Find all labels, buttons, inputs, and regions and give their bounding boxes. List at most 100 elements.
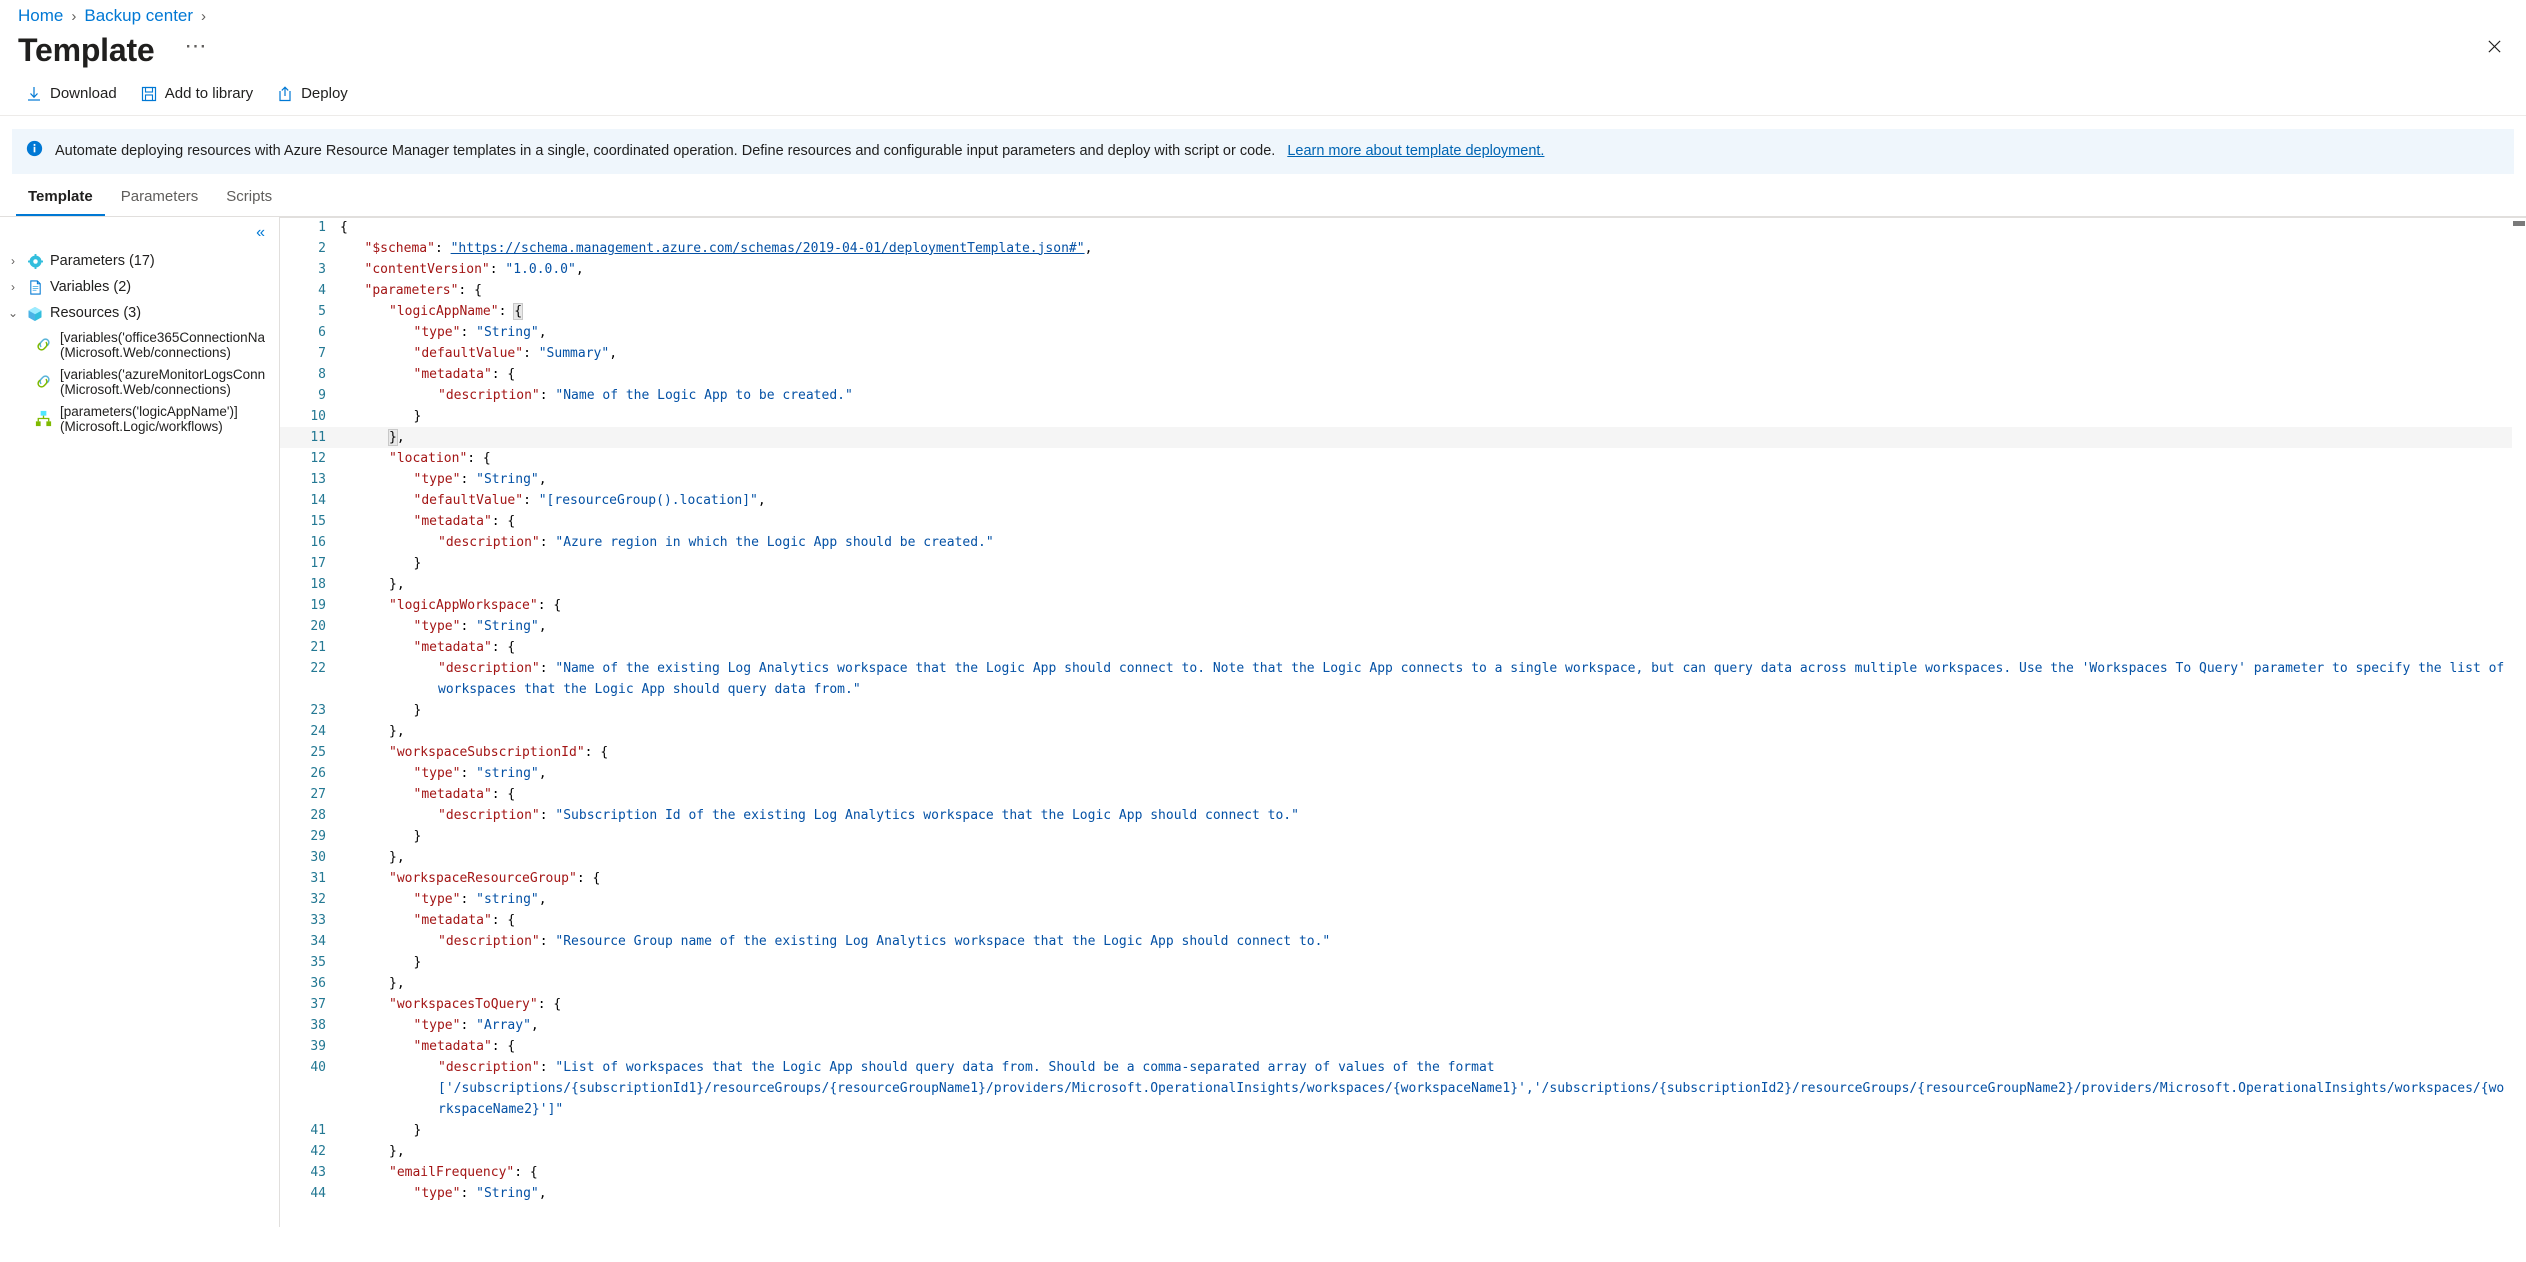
code-text[interactable]: "defaultValue": "Summary",: [412, 343, 2513, 364]
code-text[interactable]: "description": "List of workspaces that …: [436, 1057, 2512, 1120]
code-text[interactable]: },: [387, 721, 2512, 742]
code-line[interactable]: 39 "metadata": {: [280, 1036, 2512, 1057]
code-line[interactable]: 20 "type": "String",: [280, 616, 2512, 637]
breadcrumb-item-backup-center[interactable]: Backup center: [84, 6, 193, 26]
tree-resource-item[interactable]: [parameters('logicAppName')] (Microsoft.…: [0, 401, 279, 438]
code-line[interactable]: 28 "description": "Subscription Id of the…: [280, 805, 2512, 826]
code-text[interactable]: "logicAppWorkspace": {: [387, 595, 2512, 616]
code-text[interactable]: "contentVersion": "1.0.0.0",: [363, 259, 2513, 280]
code-text[interactable]: "type": "String",: [412, 1183, 2513, 1204]
code-text[interactable]: "emailFrequency": {: [387, 1162, 2512, 1183]
chevron-right-icon[interactable]: ›: [6, 278, 20, 297]
code-line[interactable]: 43 "emailFrequency": {: [280, 1162, 2512, 1183]
code-line[interactable]: 41}: [280, 1120, 2512, 1141]
code-text[interactable]: "metadata": {: [412, 511, 2513, 532]
code-text[interactable]: "logicAppName": {: [387, 301, 2512, 322]
editor-scrollbar-thumb[interactable]: [2513, 220, 2525, 226]
code-text[interactable]: "metadata": {: [412, 637, 2513, 658]
code-line[interactable]: 40 "description": "List of workspaces tha…: [280, 1057, 2512, 1120]
code-text[interactable]: "description": "Resource Group name of t…: [436, 931, 2512, 952]
code-text[interactable]: "metadata": {: [412, 784, 2513, 805]
editor-vertical-scrollbar[interactable]: [2512, 217, 2526, 1227]
code-line[interactable]: 18},: [280, 574, 2512, 595]
code-line[interactable]: 2 "$schema": "https://schema.management.a…: [280, 238, 2512, 259]
code-line[interactable]: 15 "metadata": {: [280, 511, 2512, 532]
code-text[interactable]: }: [412, 700, 2513, 721]
code-line[interactable]: 27 "metadata": {: [280, 784, 2512, 805]
code-line[interactable]: 29}: [280, 826, 2512, 847]
tree-node-resources[interactable]: ⌄ Resources (3): [0, 301, 279, 327]
tree-resource-item[interactable]: [variables('office365ConnectionNa (Micro…: [0, 327, 279, 364]
code-line[interactable]: 25 "workspaceSubscriptionId": {: [280, 742, 2512, 763]
code-line[interactable]: 5 "logicAppName": {: [280, 301, 2512, 322]
code-line[interactable]: 6 "type": "String",: [280, 322, 2512, 343]
code-line[interactable]: 13 "type": "String",: [280, 469, 2512, 490]
tab-scripts[interactable]: Scripts: [214, 184, 284, 216]
code-line[interactable]: 23}: [280, 700, 2512, 721]
breadcrumb-item-home[interactable]: Home: [18, 6, 63, 26]
code-text[interactable]: "workspaceResourceGroup": {: [387, 868, 2512, 889]
learn-more-link[interactable]: Learn more about template deployment.: [1287, 142, 1544, 161]
code-line[interactable]: 36},: [280, 973, 2512, 994]
template-code-editor[interactable]: 1{2 "$schema": "https://schema.management…: [280, 216, 2526, 1227]
code-line[interactable]: 33 "metadata": {: [280, 910, 2512, 931]
code-text[interactable]: "type": "String",: [412, 322, 2513, 343]
code-line[interactable]: 37 "workspacesToQuery": {: [280, 994, 2512, 1015]
code-text[interactable]: }: [412, 952, 2513, 973]
code-text[interactable]: "$schema": "https://schema.management.az…: [363, 238, 2513, 259]
code-text[interactable]: },: [387, 973, 2512, 994]
code-text[interactable]: },: [387, 847, 2512, 868]
code-line[interactable]: 12 "location": {: [280, 448, 2512, 469]
code-line[interactable]: 26 "type": "string",: [280, 763, 2512, 784]
add-to-library-button[interactable]: Add to library: [129, 77, 265, 111]
code-line[interactable]: 9 "description": "Name of the Logic App t…: [280, 385, 2512, 406]
code-line[interactable]: 21 "metadata": {: [280, 637, 2512, 658]
chevron-right-icon[interactable]: ›: [6, 252, 20, 271]
code-text[interactable]: "parameters": {: [363, 280, 2513, 301]
code-line[interactable]: 44 "type": "String",: [280, 1183, 2512, 1204]
code-text[interactable]: "description": "Name of the Logic App to…: [436, 385, 2512, 406]
code-line[interactable]: 7 "defaultValue": "Summary",: [280, 343, 2512, 364]
code-text[interactable]: "workspaceSubscriptionId": {: [387, 742, 2512, 763]
code-text[interactable]: "description": "Azure region in which th…: [436, 532, 2512, 553]
code-text[interactable]: "type": "Array",: [412, 1015, 2513, 1036]
tree-resource-item[interactable]: [variables('azureMonitorLogsConn (Micros…: [0, 364, 279, 401]
code-text[interactable]: }: [412, 406, 2513, 427]
tree-node-variables[interactable]: › Variables (2): [0, 275, 279, 301]
code-text[interactable]: },: [387, 574, 2512, 595]
code-line[interactable]: 31 "workspaceResourceGroup": {: [280, 868, 2512, 889]
code-text[interactable]: }: [412, 1120, 2513, 1141]
close-button[interactable]: [2480, 32, 2508, 60]
code-text[interactable]: },: [387, 1141, 2512, 1162]
code-line[interactable]: 30},: [280, 847, 2512, 868]
code-line[interactable]: 35}: [280, 952, 2512, 973]
code-text[interactable]: }: [412, 553, 2513, 574]
tree-node-parameters[interactable]: › Parameters (17): [0, 249, 279, 275]
code-line[interactable]: 16 "description": "Azure region in which …: [280, 532, 2512, 553]
code-line[interactable]: 1{: [280, 217, 2512, 238]
code-text[interactable]: "type": "String",: [412, 469, 2513, 490]
code-line[interactable]: 14 "defaultValue": "[resourceGroup().loca…: [280, 490, 2512, 511]
code-line[interactable]: 38 "type": "Array",: [280, 1015, 2512, 1036]
code-text[interactable]: }: [412, 826, 2513, 847]
code-line[interactable]: 11},: [280, 426, 2512, 448]
editor-viewport[interactable]: 1{2 "$schema": "https://schema.management…: [280, 217, 2512, 1227]
code-line[interactable]: 32 "type": "string",: [280, 889, 2512, 910]
code-text[interactable]: "metadata": {: [412, 364, 2513, 385]
code-line[interactable]: 42},: [280, 1141, 2512, 1162]
code-text[interactable]: "location": {: [387, 448, 2512, 469]
more-options-button[interactable]: ⋯: [177, 35, 215, 63]
code-line[interactable]: 10}: [280, 406, 2512, 427]
chevron-down-icon[interactable]: ⌄: [6, 304, 20, 323]
download-button[interactable]: Download: [14, 77, 129, 111]
code-line[interactable]: 8 "metadata": {: [280, 364, 2512, 385]
code-text[interactable]: },: [387, 427, 2512, 448]
code-text[interactable]: "metadata": {: [412, 910, 2513, 931]
code-text[interactable]: "type": "String",: [412, 616, 2513, 637]
code-text[interactable]: "metadata": {: [412, 1036, 2513, 1057]
code-text[interactable]: "type": "string",: [412, 889, 2513, 910]
tab-parameters[interactable]: Parameters: [109, 184, 211, 216]
code-text[interactable]: "description": "Subscription Id of the e…: [436, 805, 2512, 826]
code-line[interactable]: 19 "logicAppWorkspace": {: [280, 595, 2512, 616]
code-line[interactable]: 4 "parameters": {: [280, 280, 2512, 301]
